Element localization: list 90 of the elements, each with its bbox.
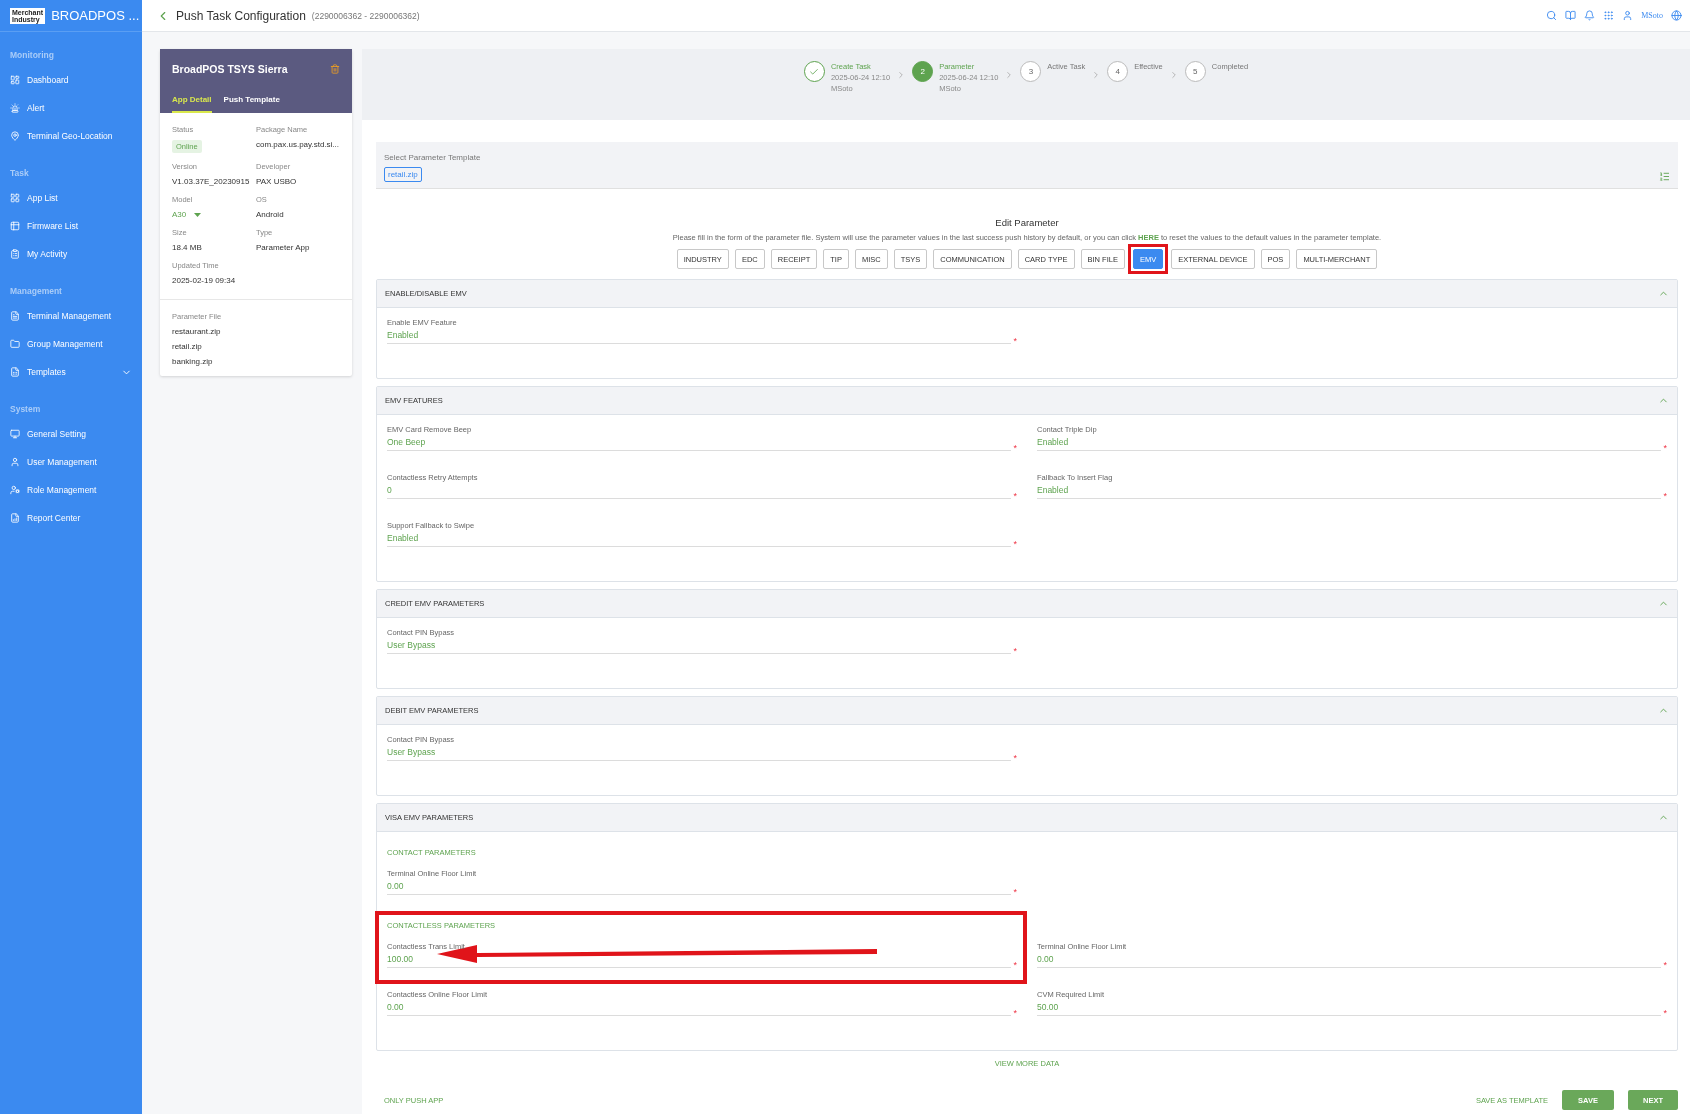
nav-item[interactable]: My Activity — [0, 240, 142, 268]
file-name: retail.zip — [172, 342, 203, 351]
nav-heading: Management — [9, 285, 63, 298]
nav-heading: Monitoring — [9, 49, 55, 62]
required-mark: * — [1013, 445, 1017, 451]
nav-item[interactable]: Role Management — [0, 476, 142, 504]
nav-item[interactable]: Templates — [0, 358, 142, 386]
nav-heading: System — [9, 403, 42, 416]
nav-item[interactable]: Dashboard — [0, 66, 142, 94]
nav-item[interactable]: Terminal Management — [0, 302, 142, 330]
required-mark: * — [1663, 962, 1667, 968]
trash-icon[interactable] — [330, 64, 340, 74]
select-field[interactable]: User Bypass — [387, 640, 1012, 654]
required-mark: * — [1663, 1010, 1667, 1016]
step-circle: 3 — [1020, 61, 1042, 82]
search-icon[interactable] — [1546, 10, 1558, 21]
globe-icon[interactable] — [1671, 10, 1682, 21]
select-field[interactable]: One Beep — [387, 437, 1012, 451]
nav-item[interactable]: User Management — [0, 448, 142, 476]
nav-item[interactable]: Group Management — [0, 330, 142, 358]
user-icon[interactable] — [1622, 10, 1634, 21]
required-mark: * — [1013, 755, 1017, 761]
brand-name: BROADPOS ... — [51, 8, 140, 23]
section-heading: Edit Parameter — [994, 217, 1060, 228]
required-mark: * — [1013, 962, 1017, 968]
page-subtitle: (2290006362 - 2290006362) — [311, 10, 421, 21]
detail-value: Parameter App — [256, 243, 311, 252]
template-chip[interactable]: retail.zip — [384, 167, 422, 182]
card-tab[interactable]: App Detail — [172, 95, 212, 113]
file-name: restaurant.zip — [172, 327, 222, 336]
nav-item[interactable]: Report Center — [0, 504, 142, 532]
apps-icon[interactable] — [1603, 10, 1615, 21]
select-field[interactable]: Enabled — [387, 533, 1012, 547]
table-icon — [10, 221, 20, 231]
required-mark: * — [1013, 338, 1017, 344]
user-icon — [10, 457, 20, 467]
required-mark: * — [1013, 648, 1017, 654]
report-icon — [10, 513, 20, 523]
step-circle: 2 — [912, 61, 934, 82]
folder-icon — [10, 339, 20, 349]
required-mark: * — [1013, 493, 1017, 499]
grid-icon — [10, 193, 20, 203]
book-icon[interactable] — [1565, 10, 1577, 21]
nav-item[interactable]: General Setting — [0, 420, 142, 448]
monitor-icon — [10, 429, 20, 439]
required-mark: * — [1013, 541, 1017, 547]
select-field[interactable]: 0.00 — [387, 881, 1012, 895]
nav-item[interactable]: Terminal Geo-Location — [0, 122, 142, 150]
detail-value: Android — [256, 210, 285, 219]
user-gear-icon — [10, 485, 20, 495]
select-field[interactable]: 0.00 — [387, 1002, 1012, 1016]
required-mark: * — [1663, 493, 1667, 499]
document-icon — [10, 311, 20, 321]
template-label: Select Parameter Template — [384, 153, 482, 162]
required-mark: * — [1013, 1010, 1017, 1016]
card-tab[interactable]: Push Template — [223, 95, 280, 113]
detail-value: com.pax.us.pay.std.si... — [256, 140, 340, 149]
select-field[interactable]: 0 — [387, 485, 1012, 499]
detail-value: 2025-02-19 09:34 — [172, 276, 237, 285]
user-name[interactable]: MSoto — [1641, 11, 1663, 20]
select-field[interactable]: Enabled — [1037, 485, 1662, 499]
detail-value: PAX USBO — [256, 177, 298, 186]
nav-heading: Task — [9, 167, 30, 180]
detail-value: 18.4 MB — [172, 243, 203, 252]
nav-item[interactable]: Alert — [0, 94, 142, 122]
model-dropdown[interactable]: A30 — [172, 210, 256, 219]
bell-icon[interactable] — [1584, 10, 1596, 21]
select-field[interactable]: User Bypass — [387, 747, 1012, 761]
spreadsheet-icon — [10, 367, 20, 377]
list-icon[interactable] — [1659, 171, 1670, 182]
pin-icon — [10, 131, 20, 141]
page-title: Push Task Configuration — [176, 8, 306, 23]
nav-item[interactable]: Firmware List — [0, 212, 142, 240]
step-circle: 4 — [1107, 61, 1129, 82]
check-icon — [809, 66, 820, 77]
required-mark: * — [1013, 889, 1017, 895]
app-title: BroadPOS TSYS Sierra — [172, 63, 288, 75]
select-field[interactable]: Enabled — [387, 330, 1012, 344]
select-field[interactable]: 100.00 — [387, 954, 1012, 968]
clipboard-icon — [10, 249, 20, 259]
step-circle: 5 — [1184, 61, 1206, 82]
caret-icon — [194, 212, 202, 217]
select-field[interactable]: 0.00 — [1037, 954, 1662, 968]
siren-icon — [10, 103, 20, 113]
detail-value: V1.03.37E_20230915 — [172, 177, 251, 186]
select-field[interactable]: Enabled — [1037, 437, 1662, 451]
nav-item[interactable]: App List — [0, 184, 142, 212]
file-name: banking.zip — [172, 357, 214, 366]
required-mark: * — [1663, 445, 1667, 451]
select-field[interactable]: 50.00 — [1037, 1002, 1662, 1016]
